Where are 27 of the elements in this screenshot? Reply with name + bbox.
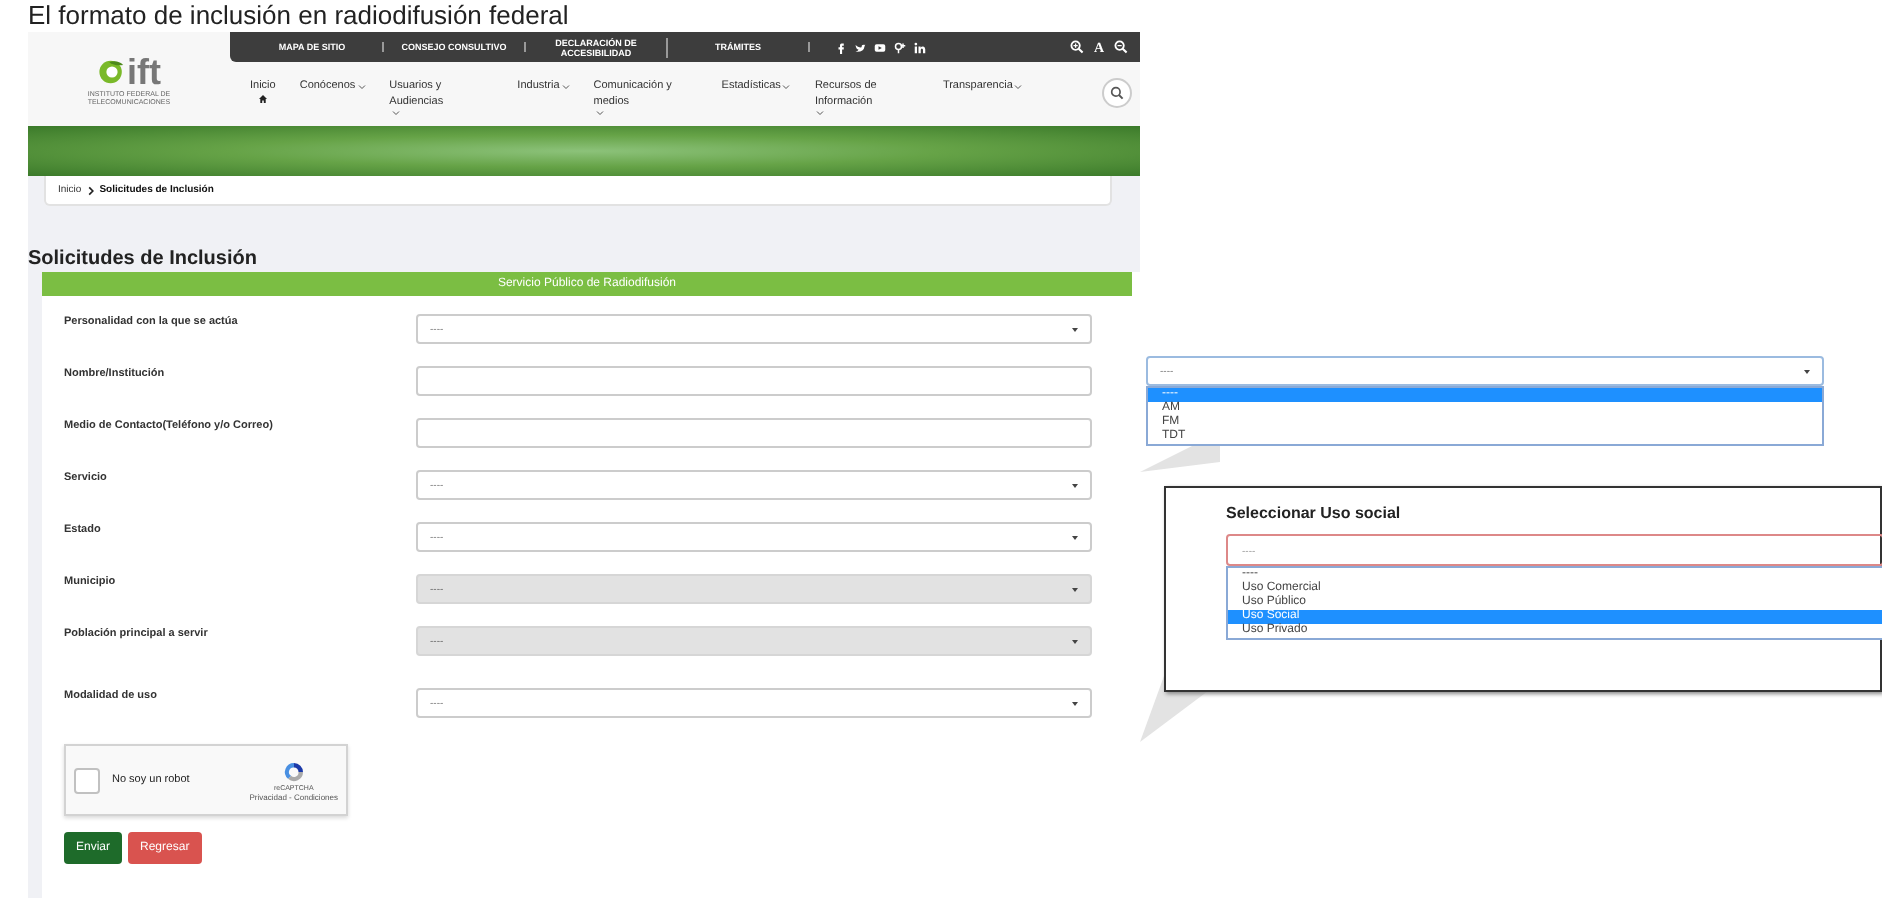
page-heading: El formato de inclusión en radiodifusión federal xyxy=(26,0,571,32)
caret-icon xyxy=(1804,369,1810,373)
callout-title: Seleccionar Uso social xyxy=(1226,504,1403,522)
recaptcha-logo-icon xyxy=(281,759,306,783)
home-icon xyxy=(257,94,268,104)
zoom-out-icon[interactable] xyxy=(1114,40,1128,54)
social-icon[interactable] xyxy=(854,41,866,53)
input-field[interactable] xyxy=(416,366,1092,396)
leaf-logo-icon xyxy=(97,57,125,85)
caret-icon xyxy=(1072,639,1078,643)
search-icon xyxy=(1110,86,1124,100)
caret-icon xyxy=(1072,327,1078,331)
page-title: Solicitudes de Inclusión xyxy=(28,248,259,270)
zoom-in-icon[interactable] xyxy=(1069,40,1084,54)
captcha-checkbox[interactable] xyxy=(74,767,100,793)
caret-icon xyxy=(1072,701,1078,705)
logo-text: ift xyxy=(127,53,161,89)
social-icon[interactable] xyxy=(894,41,906,53)
social-icon[interactable] xyxy=(874,41,886,53)
social-icon[interactable] xyxy=(834,41,846,53)
caret-icon xyxy=(1072,483,1078,487)
caret-icon xyxy=(1072,535,1078,539)
search-button[interactable] xyxy=(1102,78,1132,108)
caret-icon xyxy=(1072,587,1078,591)
social-icon[interactable] xyxy=(914,41,926,53)
input-field[interactable] xyxy=(416,418,1092,448)
chevron-right-icon xyxy=(87,185,94,195)
